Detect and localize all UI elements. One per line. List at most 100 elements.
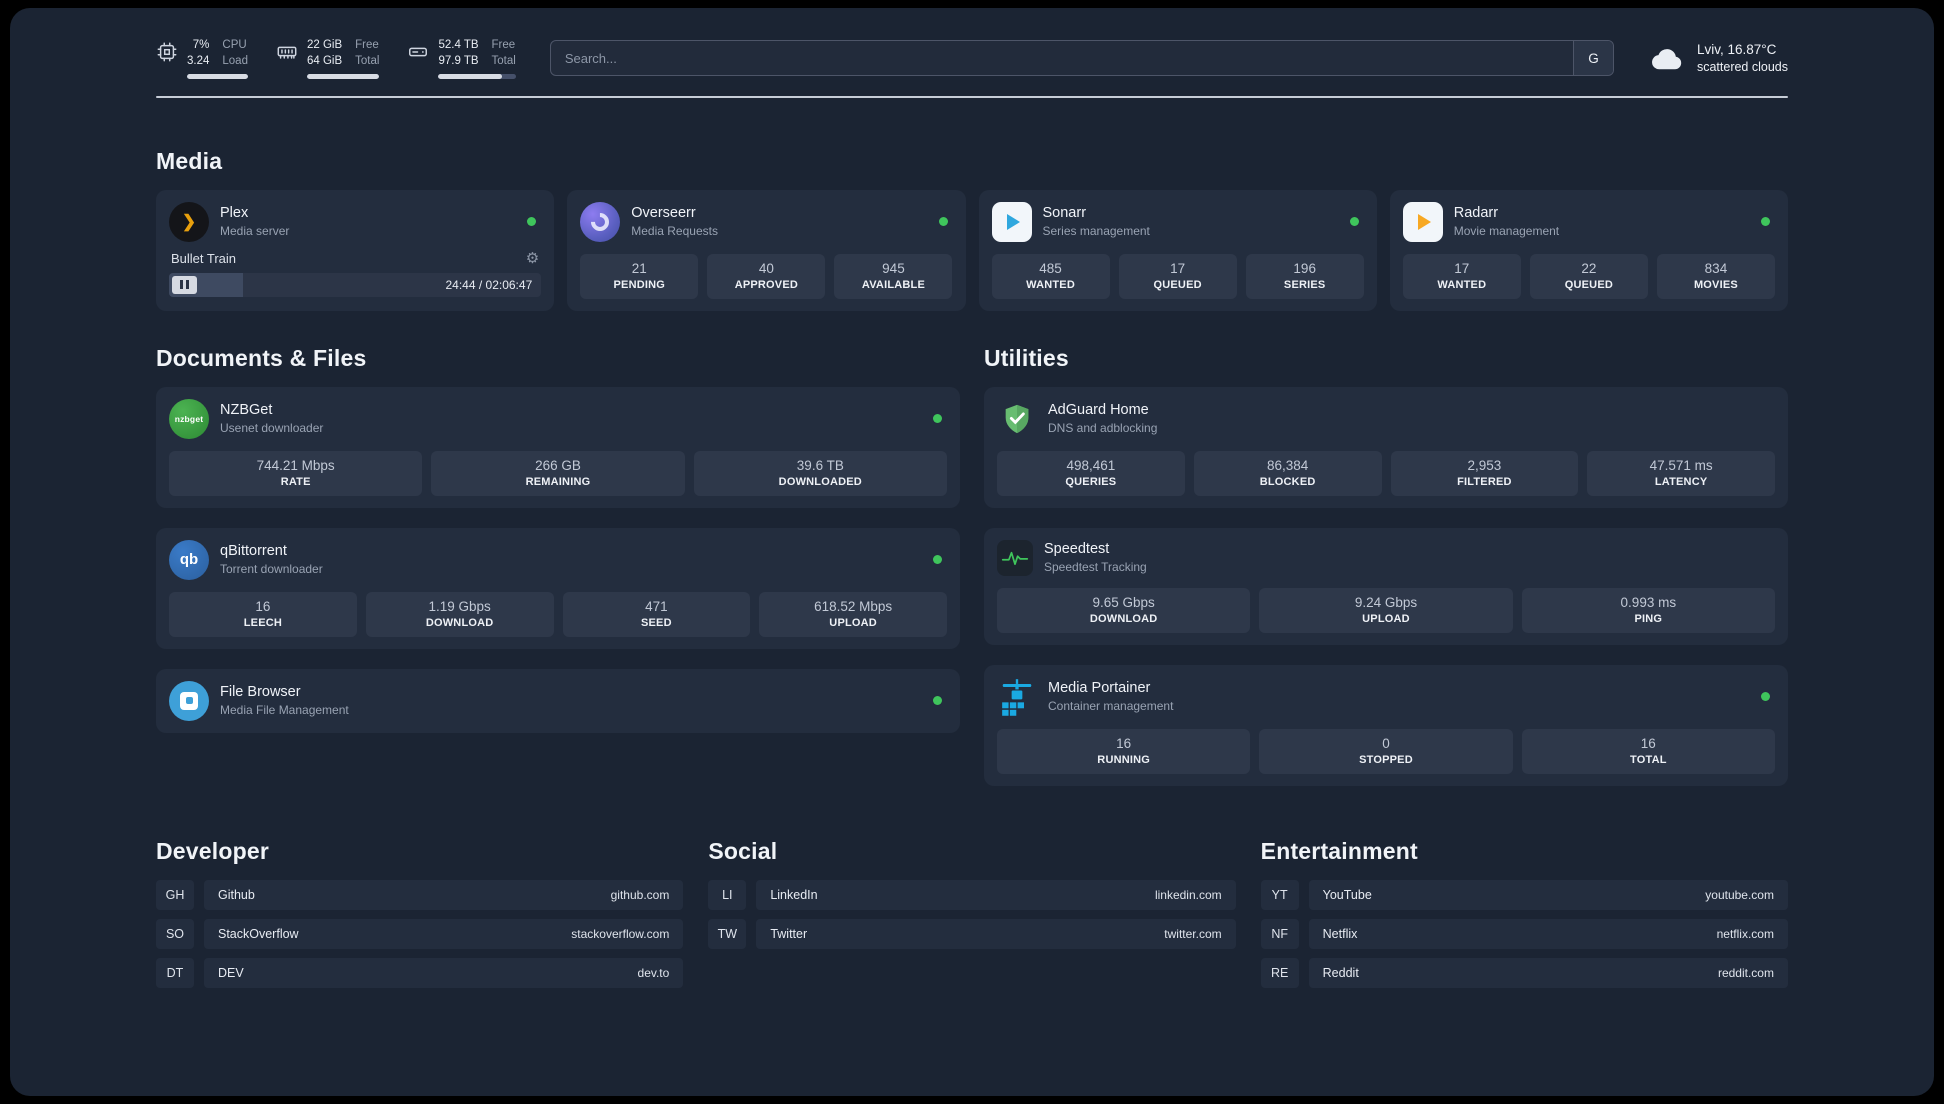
app-subtitle: Speedtest Tracking <box>1044 560 1147 575</box>
stat-download: 1.19 Gbps DOWNLOAD <box>365 591 554 637</box>
app-card-adguard[interactable]: AdGuard Home DNS and adblocking 498,461 … <box>984 386 1788 508</box>
radarr-icon <box>1402 201 1443 242</box>
status-indicator <box>933 414 942 424</box>
header-divider <box>156 95 1788 98</box>
stat-wanted: 485 WANTED <box>991 253 1110 299</box>
top-bar: 7% 3.24 CPU Load 22 GiB 64 GiB Free Tota… <box>156 38 1788 79</box>
speedtest-icon <box>997 539 1033 576</box>
bookmark-badge-twitter: TW <box>708 918 747 949</box>
cpu-icon <box>156 38 178 63</box>
ram-total-label: Total <box>355 54 380 67</box>
ram-progress-bar <box>306 73 380 79</box>
bookmark-badge-netflix: NF <box>1260 918 1299 949</box>
bookmark-github[interactable]: Github github.com <box>204 879 684 910</box>
portainer-icon <box>997 677 1037 717</box>
bookmark-badge-github: GH <box>156 879 194 910</box>
plex-now-playing: Bullet Train ⚙ 24:44 / 02:06:47 <box>169 250 542 297</box>
app-name: NZBGet <box>220 402 273 419</box>
status-indicator <box>938 217 948 227</box>
stat-filtered: 2,953 FILTERED <box>1390 450 1579 496</box>
playback-progress-bar[interactable]: 24:44 / 02:06:47 <box>169 272 542 297</box>
stat-wanted: 17 WANTED <box>1402 253 1521 299</box>
search-engine-button[interactable]: G <box>1572 41 1613 76</box>
section-heading-media: Media <box>156 147 223 174</box>
app-card-portainer[interactable]: Media Portainer Container management 16 … <box>984 664 1788 786</box>
bookmark-badge-stackoverflow: SO <box>156 918 194 949</box>
weather-widget[interactable]: Lviv, 16.87°C scattered clouds <box>1648 42 1788 74</box>
bookmark-stackoverflow[interactable]: StackOverflow stackoverflow.com <box>204 918 684 949</box>
ram-free-label: Free <box>355 39 379 51</box>
app-subtitle: Media File Management <box>220 703 349 718</box>
app-card-radarr[interactable]: Radarr Movie management 17 WANTED 22 QUE… <box>1389 189 1788 311</box>
app-name: Radarr <box>1453 205 1499 222</box>
bookmark-reddit[interactable]: Reddit reddit.com <box>1308 957 1788 988</box>
playback-time: 24:44 / 02:06:47 <box>445 277 533 292</box>
section-heading-social: Social <box>708 837 778 864</box>
stat-pending: 21 PENDING <box>580 253 699 299</box>
bookmark-linkedin[interactable]: LinkedIn linkedin.com <box>756 879 1236 910</box>
plex-icon: ❯ <box>169 201 209 242</box>
stat-seed: 471 SEED <box>562 591 751 637</box>
app-card-qbittorrent[interactable]: qb qBittorrent Torrent downloader 16 LEE… <box>156 527 960 649</box>
stat-upload: 9.24 Gbps UPLOAD <box>1259 587 1513 633</box>
pause-button[interactable] <box>172 275 197 294</box>
filebrowser-icon <box>169 680 209 721</box>
section-heading-entertainment: Entertainment <box>1260 837 1418 864</box>
bookmark-badge-dev: DT <box>156 957 194 988</box>
app-card-plex[interactable]: ❯ Plex Media server Bullet Train ⚙ 24:44… <box>156 189 555 311</box>
stat-series: 196 SERIES <box>1245 253 1364 299</box>
section-heading-documents: Documents & Files <box>156 344 367 371</box>
cpu-load-value: 3.24 <box>187 54 210 67</box>
app-card-overseerr[interactable]: Overseerr Media Requests 21 PENDING 40 A… <box>567 189 966 311</box>
bookmark-twitter[interactable]: Twitter twitter.com <box>756 918 1236 949</box>
ram-total-value: 64 GiB <box>306 54 343 67</box>
app-subtitle: Torrent downloader <box>220 562 323 577</box>
disk-total-label: Total <box>491 54 516 67</box>
app-card-speedtest[interactable]: Speedtest Speedtest Tracking 9.65 Gbps D… <box>984 527 1788 645</box>
search-input[interactable] <box>550 41 1573 76</box>
disk-total-value: 97.9 TB <box>438 54 479 67</box>
cpu-usage-value: 7% <box>192 39 210 51</box>
stat-remaining: 266 GB REMAINING <box>431 450 685 496</box>
app-name: Overseerr <box>631 205 696 222</box>
app-subtitle: Media Requests <box>631 224 718 239</box>
disk-progress-bar <box>438 73 516 79</box>
status-indicator <box>1349 217 1359 227</box>
app-name: Media Portainer <box>1048 680 1151 697</box>
stat-downloaded: 39.6 TB DOWNLOADED <box>693 450 947 496</box>
bookmark-dev[interactable]: DEV dev.to <box>204 957 684 988</box>
bookmark-badge-youtube: YT <box>1260 879 1299 910</box>
stat-upload: 618.52 Mbps UPLOAD <box>759 591 947 637</box>
ram-widget: 22 GiB 64 GiB Free Total <box>276 38 380 79</box>
stat-queued: 22 QUEUED <box>1529 253 1648 299</box>
ram-free-value: 22 GiB <box>306 39 343 51</box>
stat-available: 945 AVAILABLE <box>834 253 953 299</box>
app-name: Speedtest <box>1044 541 1110 558</box>
dashboard: 7% 3.24 CPU Load 22 GiB 64 GiB Free Tota… <box>10 8 1934 1096</box>
app-card-sonarr[interactable]: Sonarr Series management 485 WANTED 17 Q… <box>978 189 1377 311</box>
stat-rate: 744.21 Mbps RATE <box>169 450 423 496</box>
cpu-label: CPU <box>222 39 247 51</box>
app-card-filebrowser[interactable]: File Browser Media File Management <box>156 668 960 733</box>
weather-location: Lviv, 16.87°C <box>1696 42 1777 58</box>
disk-icon <box>407 38 429 63</box>
now-playing-title: Bullet Train <box>171 250 237 266</box>
search-bar: G <box>549 40 1614 77</box>
nzbget-icon: nzbget <box>169 398 209 439</box>
stat-ping: 0.993 ms PING <box>1521 587 1775 633</box>
gear-icon[interactable]: ⚙ <box>526 251 539 266</box>
app-subtitle: Series management <box>1042 224 1150 239</box>
stat-leech: 16 LEECH <box>169 591 357 637</box>
section-heading-utilities: Utilities <box>984 344 1069 371</box>
ram-icon <box>276 38 298 63</box>
bookmark-youtube[interactable]: YouTube youtube.com <box>1308 879 1788 910</box>
system-metrics: 7% 3.24 CPU Load 22 GiB 64 GiB Free Tota… <box>156 38 516 79</box>
app-card-nzbget[interactable]: nzbget NZBGet Usenet downloader 744.21 M… <box>156 386 960 508</box>
status-indicator <box>1761 217 1770 227</box>
weather-condition: scattered clouds <box>1696 60 1788 75</box>
cpu-widget: 7% 3.24 CPU Load <box>156 38 248 79</box>
stat-movies: 834 MOVIES <box>1656 253 1775 299</box>
bookmark-netflix[interactable]: Netflix netflix.com <box>1308 918 1788 949</box>
app-subtitle: Movie management <box>1453 224 1560 239</box>
stat-blocked: 86,384 BLOCKED <box>1193 450 1382 496</box>
